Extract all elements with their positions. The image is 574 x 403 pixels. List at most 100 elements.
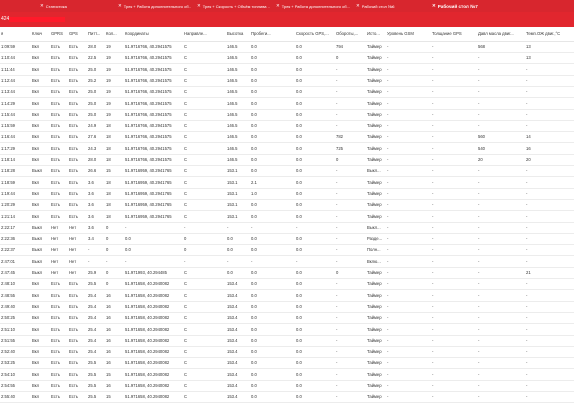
- table-cell: 20: [526, 157, 531, 162]
- table-cell: -: [336, 213, 338, 219]
- tab-4[interactable]: ✕ Рабочий стол №6: [356, 0, 426, 12]
- table-cell: Таймер: [367, 66, 382, 72]
- table-row[interactable]: 1:10:44 Вкл Есть Есть 22.5 19 51.9716766, 40.2…: [0, 53, 574, 65]
- table-cell: Вкл: [32, 190, 40, 196]
- table-row[interactable]: 2:53:25 Вкл Есть Есть 25.5 16 51.971658, 40.29…: [0, 358, 574, 370]
- table-cell: -: [432, 157, 434, 162]
- close-icon[interactable]: ✕: [118, 3, 122, 9]
- table-cell: -: [387, 315, 389, 321]
- table-row[interactable]: 2:55:40 Вкл Есть Есть 25.5 15 51.971658, 40.29…: [0, 392, 574, 403]
- tab-3[interactable]: ✕ Трек + Работа дополнительного об...: [276, 0, 350, 12]
- tab-1[interactable]: ✕ Трек + Работа дополнительного об...: [118, 0, 191, 12]
- table-cell: 0.0: [296, 123, 302, 129]
- table-row[interactable]: 2:22:17 Выкл Нет Нет 3.6 0- - - - - - Выкл... - - - -: [0, 223, 574, 234]
- column-header[interactable]: Скорость GPS,...: [296, 27, 334, 41]
- table-cell: -: [478, 55, 480, 61]
- table-cell: Есть: [69, 337, 78, 343]
- table-row[interactable]: 2:51:55 Вкл Есть Есть 25.4 16 51.971658, 40.29…: [0, 336, 574, 347]
- table-row[interactable]: 1:18:59 Вкл Есть Есть 3.6 18 51.9716959, 40.29…: [0, 178, 574, 189]
- table-row[interactable]: 1:13:44 Вкл Есть Есть 25.0 19 51.9716766, 40.2…: [0, 87, 574, 99]
- table-cell: 51.9716766, 40.2941575: [125, 66, 172, 72]
- table-cell: С: [184, 89, 188, 95]
- column-header[interactable]: Кол...: [106, 27, 123, 41]
- table-cell: 0.0: [251, 303, 257, 309]
- column-header[interactable]: Уровень GSM: [387, 27, 430, 41]
- table-cell: -: [526, 281, 528, 287]
- close-icon[interactable]: ✕: [197, 3, 201, 9]
- table-row[interactable]: 1:14:29 Вкл Есть Есть 25.0 19 51.9716766, 40.2…: [0, 99, 574, 110]
- tab-label: Трек + Работа дополнительного об...: [281, 3, 350, 9]
- table-cell: 51.971658, 40.2940082: [125, 303, 170, 309]
- table-row[interactable]: 1:18:28 Выкл Есть Есть 26.6 15 51.9716959, 40.…: [0, 166, 574, 178]
- table-cell: -: [432, 394, 434, 400]
- table-cell: Выкл: [32, 224, 43, 230]
- table-cell: 25.2: [88, 77, 97, 83]
- table-row[interactable]: 1:12:44 Вкл Есть Есть 25.2 19 51.9716766, 40.2…: [0, 76, 574, 87]
- table-cell: С: [184, 123, 188, 129]
- table-row[interactable]: 2:54:55 Вкл Есть Есть 25.5 16 51.971658, 40.29…: [0, 381, 574, 392]
- table-row[interactable]: 1:20:29 Вкл Есть Есть 3.6 18 51.9716959, 40.29…: [0, 200, 574, 212]
- table-row[interactable]: 2:51:10 Вкл Есть Есть 25.4 16 51.971658, 40.29…: [0, 325, 574, 336]
- table-cell: -: [336, 383, 338, 388]
- column-header[interactable]: Координаты: [125, 27, 182, 41]
- table-row[interactable]: 2:22:36 Выкл Нет Нет 3.4 0 0.0 0 0.0 0.0 0.0- Разде…: [0, 234, 574, 246]
- close-icon[interactable]: ✕: [40, 3, 44, 9]
- column-header[interactable]: Ключ: [32, 27, 49, 41]
- table-row[interactable]: 1:11:44 Вкл Есть Есть 25.0 19 51.9716766, 40.2…: [0, 65, 574, 76]
- column-header[interactable]: Обороты,...: [336, 27, 365, 41]
- table-cell: Таймер: [367, 326, 382, 332]
- table-row[interactable]: 2:52:40 Вкл Есть Есть 25.4 16 51.971658, 40.29…: [0, 347, 574, 359]
- table-cell: -: [526, 111, 528, 117]
- tab-label: Рабочий стол №7: [437, 3, 478, 9]
- table-cell: 560: [478, 134, 485, 140]
- column-header[interactable]: я: [1, 27, 30, 41]
- table-cell: 0.0: [296, 326, 302, 332]
- table-cell: Есть: [69, 190, 78, 196]
- table-cell: -: [478, 258, 480, 264]
- table-cell: Есть: [51, 371, 60, 377]
- column-header[interactable]: Темп.ОЖ двиг.,°С: [526, 27, 572, 41]
- table-cell: -: [526, 292, 528, 298]
- column-header[interactable]: Давл масла двиг...: [478, 27, 524, 41]
- column-header[interactable]: Пробеги...: [251, 27, 294, 41]
- table-row[interactable]: 2:48:10 Вкл Есть Есть 25.5 0 51.971658, 40.294…: [0, 279, 574, 291]
- table-cell: 0: [106, 247, 109, 253]
- tab-0[interactable]: ✕ Статистика: [40, 0, 112, 12]
- table-cell: -: [387, 360, 389, 366]
- table-row[interactable]: 1:16:44 Вкл Есть Есть 27.6 18 51.9716766, 40.2…: [0, 132, 574, 144]
- tab-5[interactable]: ✕ Рабочий стол №7: [432, 0, 512, 12]
- column-header[interactable]: Высотка: [227, 27, 249, 41]
- table-row[interactable]: 1:21:14 Вкл Есть Есть 3.6 18 51.9716959, 40.29…: [0, 212, 574, 223]
- column-header[interactable]: Толщание GPS: [432, 27, 476, 41]
- table-row[interactable]: 2:47:45 Выкл Нет Нет 25.9 0 51.971993, 40.2944…: [0, 268, 574, 279]
- table-row[interactable]: 2:49:40 Вкл Есть Есть 25.4 16 51.971658, 40.29…: [0, 302, 574, 313]
- table-row[interactable]: 2:50:25 Вкл Есть Есть 25.4 16 51.971658, 40.29…: [0, 313, 574, 325]
- column-header[interactable]: GPRS: [51, 27, 67, 41]
- close-icon[interactable]: ✕: [432, 3, 436, 9]
- table-row[interactable]: 2:54:10 Вкл Есть Есть 25.5 15 51.971658, 40.29…: [0, 370, 574, 381]
- table-row[interactable]: 1:17:29 Вкл Есть Есть 24.3 18 51.9716766, 40.2…: [0, 144, 574, 155]
- table-row[interactable]: 1:18:14 Вкл Есть Есть 28.0 18 51.9716766, 40.2…: [0, 155, 574, 166]
- table-cell: 0.0: [251, 270, 257, 275]
- column-header[interactable]: Исто...: [367, 27, 385, 41]
- table-row[interactable]: 1:09:59 Вкл Есть Есть 28.0 19 51.9716766, 40.2…: [0, 42, 574, 53]
- table-cell: Есть: [69, 123, 78, 129]
- table-row[interactable]: 2:48:55 Вкл Есть Есть 25.4 16 51.971658, 40.29…: [0, 291, 574, 302]
- table-row[interactable]: 1:15:44 Вкл Есть Есть 25.0 19 51.9716766, 40.2…: [0, 110, 574, 121]
- close-icon[interactable]: ✕: [356, 3, 360, 9]
- close-icon[interactable]: ✕: [276, 3, 280, 9]
- table-cell: 0.0: [296, 111, 302, 117]
- column-header[interactable]: Питт...: [88, 27, 104, 41]
- table-row[interactable]: 1:19:44 Вкл Есть Есть 3.6 18 51.9716959, 40.29…: [0, 189, 574, 200]
- column-header[interactable]: Направле...: [184, 27, 225, 41]
- column-header[interactable]: GPS: [69, 27, 86, 41]
- table-row[interactable]: 2:22:37 Выкл Нет Нет -0 0.0 0 0.0 0.0 0.0- Полн...…: [0, 245, 574, 257]
- tab-2[interactable]: ✕ Трек + Скорость + Объём топлива ...: [197, 0, 270, 12]
- table-row[interactable]: 2:47:01 Выкл Нет Нет - - - - - - - - Вклю... - - - -: [0, 257, 574, 268]
- table-cell: Вкл: [32, 157, 40, 162]
- table-cell: 0.0: [251, 337, 257, 343]
- table-row[interactable]: 1:15:59 Вкл Есть Есть 24.9 18 51.9716766, 40.2…: [0, 121, 574, 133]
- table-cell: 146.5: [227, 77, 238, 83]
- table-cell: 51.9716766, 40.2941575: [125, 55, 172, 61]
- table-cell: 19: [106, 66, 111, 72]
